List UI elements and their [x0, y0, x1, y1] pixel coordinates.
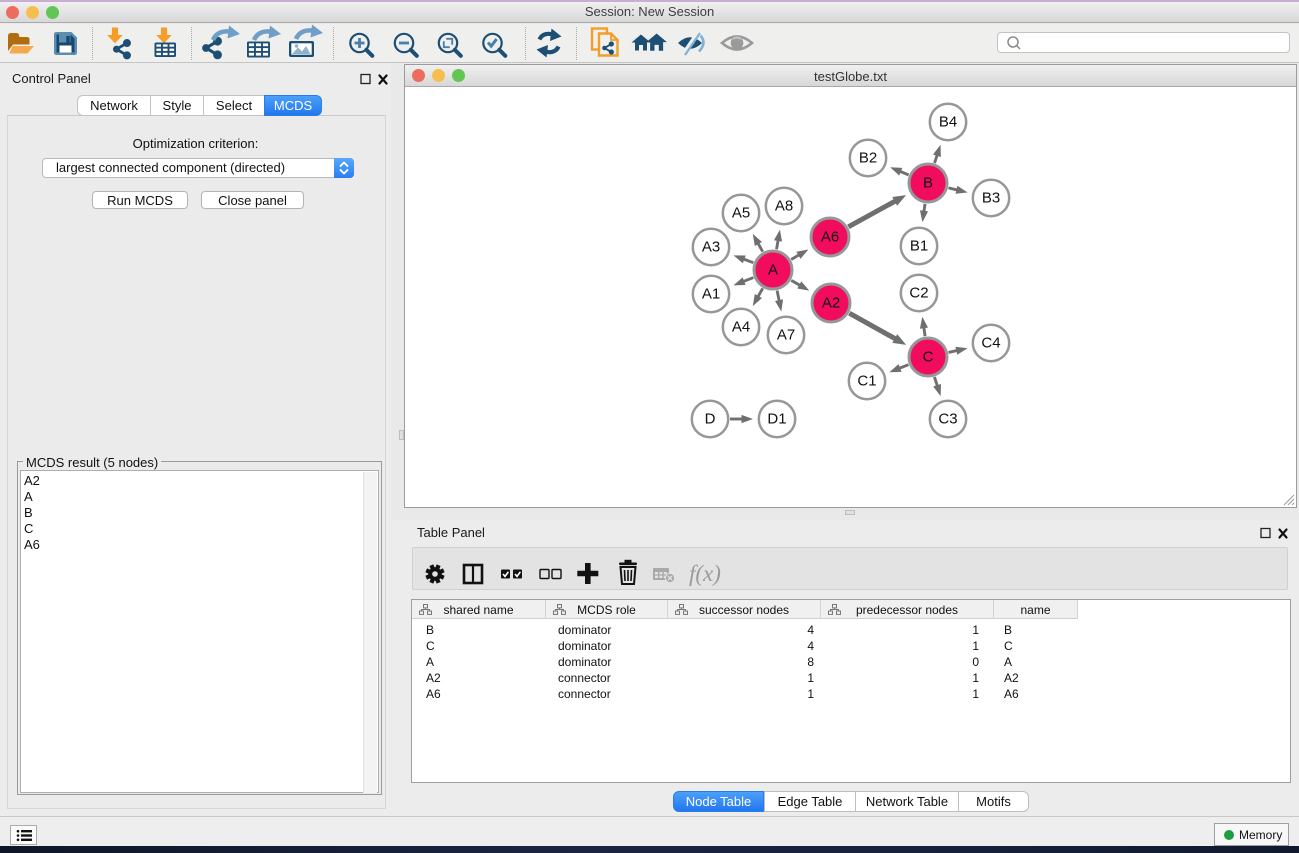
svg-text:C1: C1	[857, 373, 876, 390]
svg-text:A3: A3	[702, 239, 720, 256]
svg-text:A5: A5	[732, 205, 750, 222]
svg-text:B4: B4	[939, 114, 957, 131]
svg-text:B: B	[923, 175, 933, 192]
svg-text:A8: A8	[775, 198, 793, 215]
svg-text:A2: A2	[822, 295, 840, 312]
svg-text:B3: B3	[982, 190, 1000, 207]
svg-text:A7: A7	[777, 327, 795, 344]
svg-text:B2: B2	[859, 150, 877, 167]
svg-text:A4: A4	[732, 319, 750, 336]
svg-text:C3: C3	[938, 411, 957, 428]
svg-text:D1: D1	[767, 411, 786, 428]
svg-text:f(x): f(x)	[689, 561, 721, 586]
svg-text:C2: C2	[909, 285, 928, 302]
svg-text:B1: B1	[910, 238, 928, 255]
svg-text:D: D	[705, 411, 716, 428]
svg-text:A6: A6	[821, 229, 839, 246]
svg-text:A: A	[768, 262, 778, 279]
svg-text:C4: C4	[981, 335, 1000, 352]
svg-text:A1: A1	[702, 286, 720, 303]
svg-text:C: C	[923, 349, 934, 366]
